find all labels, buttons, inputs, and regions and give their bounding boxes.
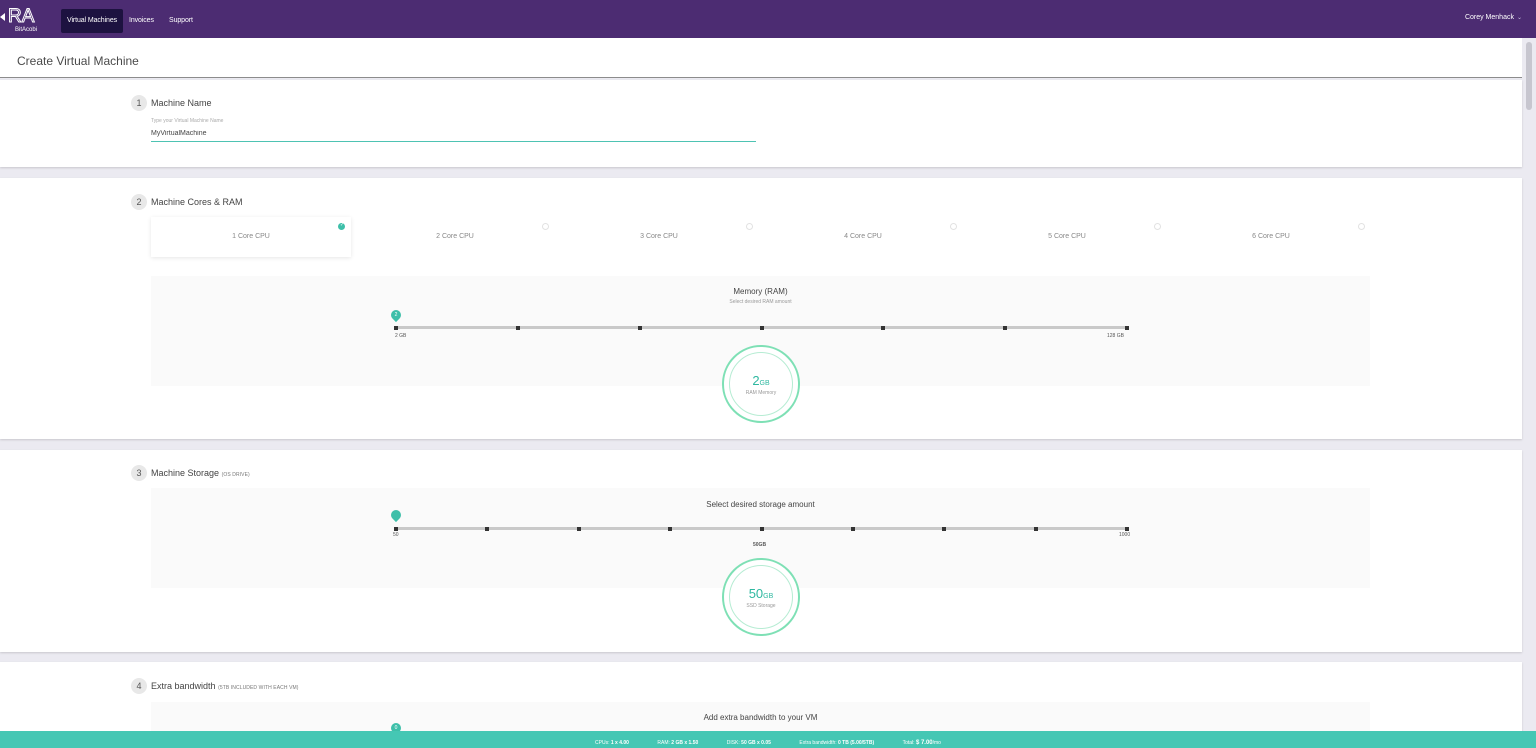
summary-total: Total: $ 7.00/mo [902,740,941,746]
storage-slider-tick [394,526,398,531]
cpu-option-label: 4 Core CPU [844,233,882,240]
scrollbar-thumb[interactable] [1526,42,1532,110]
ram-slider-value: 2 [394,312,398,318]
ram-gauge: 2GB RAM Memory [722,345,800,423]
step-number-2: 2 [131,194,147,210]
summary-bandwidth: Extra bandwidth: 0 TB (5.00/5TB) [799,740,875,746]
user-name: Corey Menhack [1464,14,1514,21]
page-scrollbar[interactable] [1522,38,1536,738]
radio-circle-icon [542,223,549,230]
check-circle-icon: ✓ [338,222,345,230]
ram-gauge-label: RAM Memory [745,390,777,396]
ram-gauge-value: 2GB [752,373,770,388]
storage-slider-tick [668,526,672,531]
storage-min-label: 50 [393,532,399,538]
storage-slider-tick [577,526,581,531]
ram-min-label: 2 GB [395,333,407,339]
radio-circle-icon [1358,223,1365,230]
storage-slider-track[interactable] [394,526,1129,531]
ram-slider-tick [1125,325,1129,330]
ram-slider-tick [760,325,764,330]
back-arrow-icon[interactable] [0,13,5,21]
memory-title: Memory (RAM) [733,287,788,296]
bandwidth-panel: Add extra bandwidth to your VM [151,702,1370,731]
radio-circle-icon [950,223,957,230]
cpu-option-label: 1 Core CPU [232,233,270,240]
nav-virtual-machines[interactable]: Virtual Machines [61,9,124,33]
cpu-option-label: 6 Core CPU [1252,233,1290,240]
cpu-option-6[interactable]: 6 Core CPU [1171,217,1371,257]
svg-text:RA: RA [8,6,35,27]
top-navbar: RA BitAcobi Virtual Machines Invoices Su… [0,0,1536,38]
storage-slider-tick [942,526,946,531]
step-number-3: 3 [131,465,147,481]
summary-cpu: CPUs: 1 x 4.00 [595,740,629,746]
page-title: Create Virtual Machine [17,54,139,68]
storage-slider-tick [760,526,764,531]
bandwidth-title: Add extra bandwidth to your VM [703,713,818,722]
radio-circle-icon [1154,223,1161,230]
summary-disk: DISK: 50 GB x 0.05 [726,740,771,746]
storage-slider-tick [851,526,855,531]
cpu-option-5[interactable]: 5 Core CPU [967,217,1167,257]
cpu-option-2[interactable]: 2 Core CPU [355,217,555,257]
cpu-option-3[interactable]: 3 Core CPU [559,217,759,257]
cpu-option-1[interactable]: 1 Core CPU ✓ [151,217,351,257]
nav-support[interactable]: Support [163,9,199,33]
step-title-cores-ram: Machine Cores & RAM [151,197,243,207]
ram-slider-tick [1003,325,1007,330]
machine-name-input[interactable] [151,128,756,142]
ram-max-label: 128 GB [1107,333,1124,339]
storage-max-label: 1000 [1119,532,1131,538]
ram-slider-tick [881,325,885,330]
step-title-bandwidth: Extra bandwidth (5TB INCLUDED WITH EACH … [151,681,299,691]
summary-ram: RAM: 2 GB x 1.50 [657,740,699,746]
cpu-option-label: 5 Core CPU [1048,233,1086,240]
page-header: Create Virtual Machine [0,38,1522,78]
cpu-option-4[interactable]: 4 Core CPU [763,217,963,257]
radio-circle-icon [746,223,753,230]
ram-slider-tick [638,325,642,330]
step-number-4: 4 [131,678,147,694]
step-number-1: 1 [131,95,147,111]
order-summary-bar: CPUs: 1 x 4.00 RAM: 2 GB x 1.50 DISK: 50… [0,731,1536,748]
ram-slider-tick [516,325,520,330]
machine-name-section [0,80,1522,167]
storage-gauge-value: 50GB [748,586,774,601]
cpu-option-label: 3 Core CPU [640,233,678,240]
storage-slider-tick [1125,526,1129,531]
storage-slider-tick [1034,526,1038,531]
storage-gauge-label: SSD Storage [746,603,776,609]
storage-gauge: 50GB SSD Storage [722,558,800,636]
ram-slider-track[interactable] [394,325,1129,330]
nav-invoices[interactable]: Invoices [123,9,160,33]
brand-logo[interactable]: RA BitAcobi [6,4,50,34]
chevron-down-icon: ⌄ [1516,15,1522,21]
cpu-option-label: 2 Core CPU [436,233,474,240]
machine-name-label: Type your Virtual Machine Name [151,118,224,124]
storage-title: Select desired storage amount [706,500,815,509]
memory-subtitle: Select desired RAM amount [729,299,792,305]
storage-current-label: 50GB [753,542,767,548]
user-menu[interactable]: Corey Menhack ⌄ [1465,14,1522,21]
storage-slider-tick [485,526,489,531]
step-title-storage: Machine Storage (OS DRIVE) [151,468,250,478]
svg-text:BitAcobi: BitAcobi [15,27,37,33]
ram-slider-tick [394,325,398,330]
step-title-machine-name: Machine Name [151,98,212,108]
